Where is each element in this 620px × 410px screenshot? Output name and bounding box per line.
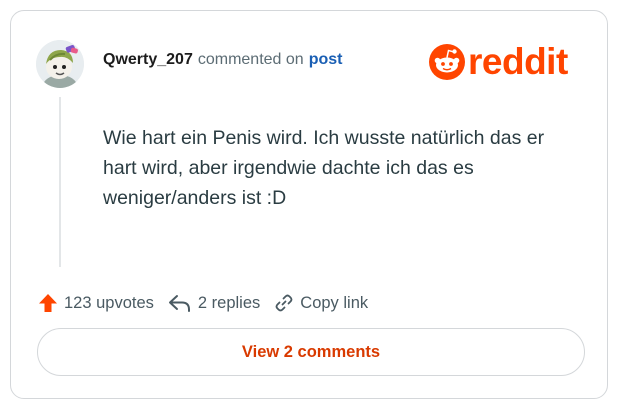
thread-line: [59, 97, 61, 267]
reddit-snoo-icon: [429, 44, 465, 80]
comment-card: Qwerty_207 commented on post reddit Wie …: [10, 10, 608, 399]
reddit-logo: reddit: [429, 41, 568, 83]
copy-link-button[interactable]: Copy link: [274, 293, 368, 313]
chain-link-icon: [275, 294, 293, 312]
view-comments-label: View 2 comments: [241, 342, 381, 361]
reply-arrow-icon: [168, 295, 190, 312]
comment-body: Wie hart ein Penis wird. Ich wusste natü…: [103, 127, 545, 209]
avatar-image: [36, 40, 84, 88]
replies-count: 2 replies: [197, 293, 261, 312]
post-link[interactable]: post: [309, 51, 343, 69]
commented-on-text: commented on: [197, 51, 304, 68]
upvote-count: 123 upvotes: [64, 293, 154, 312]
action-bar: 123 upvotes 2 replies Copy link: [38, 290, 382, 316]
upvote-button[interactable]: 123 upvotes: [38, 293, 154, 313]
user-avatar[interactable]: [36, 40, 84, 88]
upvote-arrow-icon: [39, 294, 57, 312]
reddit-wordmark: reddit: [468, 41, 568, 82]
replies-button[interactable]: 2 replies: [168, 293, 260, 313]
view-comments-button[interactable]: View 2 comments: [37, 328, 585, 376]
comment-header: Qwerty_207 commented on post: [103, 49, 342, 71]
username-link[interactable]: Qwerty_207: [103, 51, 193, 69]
copy-link-label: Copy link: [300, 293, 369, 312]
